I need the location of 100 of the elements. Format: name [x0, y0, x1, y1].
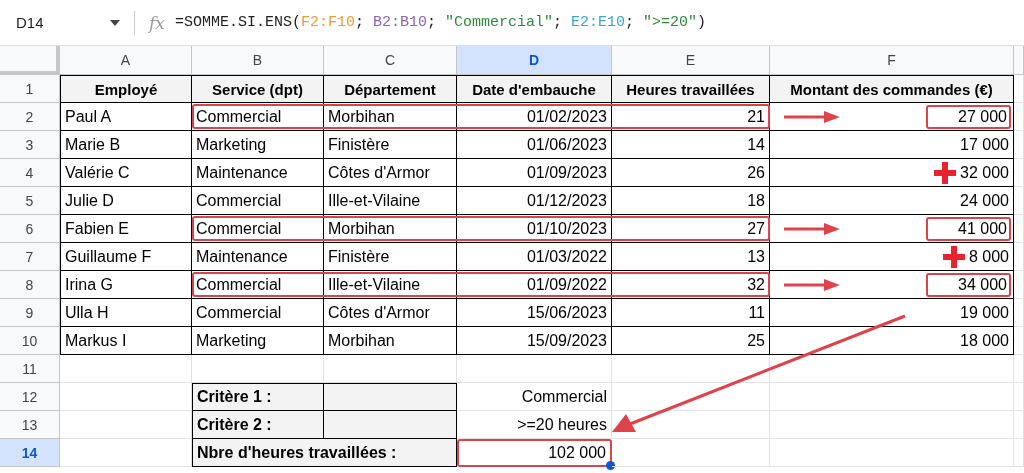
- formula-part: ): [697, 14, 707, 31]
- table-cell: 01/09/2022: [457, 271, 612, 299]
- column-title: Heures travaillées: [612, 75, 770, 103]
- formula-part: ;: [625, 14, 636, 31]
- table-cell: Côtes d'Armor: [324, 299, 457, 327]
- row-header[interactable]: 14: [0, 439, 60, 467]
- table-cell: 25: [612, 327, 770, 355]
- select-all-corner[interactable]: [0, 46, 60, 75]
- table-cell: Commercial: [192, 299, 324, 327]
- table-cell: 15/06/2023: [457, 299, 612, 327]
- column-title: Employé: [60, 75, 192, 103]
- row-header[interactable]: 4: [0, 159, 60, 187]
- table-cell: Fabien E: [60, 215, 192, 243]
- formula-part: E2:E10: [571, 14, 626, 31]
- table-cell: Commercial: [192, 187, 324, 215]
- column-header[interactable]: [1014, 46, 1024, 75]
- row-header[interactable]: 3: [0, 131, 60, 159]
- table-cell: Maintenance: [192, 159, 324, 187]
- row-header[interactable]: 9: [0, 299, 60, 327]
- table-cell: Maintenance: [192, 243, 324, 271]
- column-header[interactable]: D: [457, 46, 612, 75]
- formula-part: ">=20": [643, 14, 698, 31]
- formula-part: ;: [354, 14, 365, 31]
- table-cell: 01/12/2023: [457, 187, 612, 215]
- row-header[interactable]: 12: [0, 383, 60, 411]
- column-title: Département: [324, 75, 457, 103]
- formula-part: F2:F10: [300, 14, 355, 31]
- criteria-label: Critère 2 :: [192, 411, 324, 439]
- row-header[interactable]: 10: [0, 327, 60, 355]
- table-cell: 27: [612, 215, 770, 243]
- table-cell: 24 000: [960, 191, 1009, 210]
- table-cell: 32: [612, 271, 770, 299]
- formula-part: ;: [553, 14, 564, 31]
- table-cell: 01/06/2023: [457, 131, 612, 159]
- table-cell: Irina G: [60, 271, 192, 299]
- criteria-label: Critère 1 :: [192, 383, 324, 411]
- table-cell: 01/10/2023: [457, 215, 612, 243]
- table-cell: >=20 heures: [457, 411, 612, 439]
- table-cell: Markus I: [60, 327, 192, 355]
- table-cell: Marketing: [192, 327, 324, 355]
- table-cell: 13: [612, 243, 770, 271]
- table-cell: 14: [612, 131, 770, 159]
- row-header[interactable]: 2: [0, 103, 60, 131]
- table-cell: 18 000: [960, 331, 1009, 350]
- table-cell: Commercial: [192, 271, 324, 299]
- column-header[interactable]: C: [324, 46, 457, 75]
- table-cell: Marketing: [192, 131, 324, 159]
- table-cell: 34 000: [926, 272, 1011, 297]
- table-cell: Julie D: [60, 187, 192, 215]
- table-cell: Finistère: [324, 131, 457, 159]
- formula-part: "Commercial": [445, 14, 553, 31]
- function-label: fx: [149, 12, 165, 33]
- column-header[interactable]: A: [60, 46, 192, 75]
- table-cell: 102 000: [457, 439, 612, 467]
- table-cell: Marie B: [60, 131, 192, 159]
- column-title: Service (dpt): [192, 75, 324, 103]
- table-cell: 01/03/2022: [457, 243, 612, 271]
- row-header[interactable]: 13: [0, 411, 60, 439]
- table-cell: Ille-et-Vilaine: [324, 271, 457, 299]
- table-cell: 32 000: [960, 163, 1009, 182]
- formula-field[interactable]: =SOMME.SI.ENS(F2:F10; B2:B10; "Commercial"; E2:E10; ">=20"): [174, 14, 707, 31]
- table-cell: 26: [612, 159, 770, 187]
- column-title: Montant des commandes (€): [770, 75, 1014, 103]
- table-cell: Ulla H: [60, 299, 192, 327]
- table-cell: 21: [612, 103, 770, 131]
- column-header[interactable]: B: [192, 46, 324, 75]
- table-cell: Finistère: [324, 243, 457, 271]
- row-header[interactable]: 6: [0, 215, 60, 243]
- row-header[interactable]: 1: [0, 75, 60, 103]
- row-header[interactable]: 11: [0, 355, 60, 383]
- cell-reference-field[interactable]: D14: [16, 14, 110, 31]
- table-cell: Morbihan: [324, 215, 457, 243]
- table-cell: Morbihan: [324, 103, 457, 131]
- table-cell: 27 000: [926, 104, 1011, 129]
- table-cell: Valérie C: [60, 159, 192, 187]
- table-cell: Ille-et-Vilaine: [324, 187, 457, 215]
- table-cell: 01/02/2023: [457, 103, 612, 131]
- row-header[interactable]: 5: [0, 187, 60, 215]
- table-cell: 11: [612, 299, 770, 327]
- table-cell: 19 000: [960, 303, 1009, 322]
- column-title: Date d'embauche: [457, 75, 612, 103]
- row-header[interactable]: 8: [0, 271, 60, 299]
- column-header[interactable]: E: [612, 46, 770, 75]
- column-header[interactable]: F: [770, 46, 1014, 75]
- table-cell: Côtes d'Armor: [324, 159, 457, 187]
- formula-part: ;: [426, 14, 437, 31]
- table-cell: 18: [612, 187, 770, 215]
- criteria-label: Nbre d'heures travaillées :: [192, 439, 457, 467]
- table-cell: 41 000: [926, 216, 1011, 241]
- row-header[interactable]: 7: [0, 243, 60, 271]
- table-cell: 17 000: [960, 135, 1009, 154]
- table-cell: Morbihan: [324, 327, 457, 355]
- table-cell: Commercial: [192, 215, 324, 243]
- table-cell: Paul A: [60, 103, 192, 131]
- caret-icon[interactable]: [110, 19, 120, 26]
- table-cell: Commercial: [457, 383, 612, 411]
- selection-handle[interactable]: [606, 461, 615, 470]
- table-cell: Commercial: [192, 103, 324, 131]
- formula-part: =SOMME.SI.ENS(: [174, 14, 301, 31]
- table-cell: 15/09/2023: [457, 327, 612, 355]
